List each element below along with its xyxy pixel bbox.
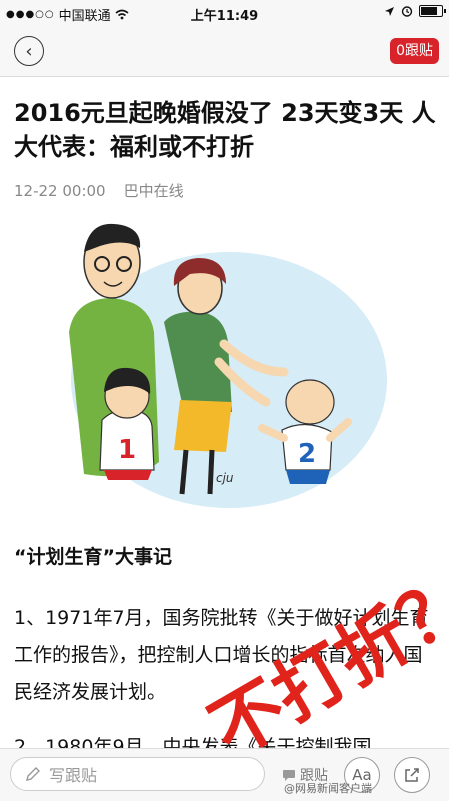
pencil-icon [26, 767, 40, 781]
article-meta: 12-22 00:00 巴中在线 [14, 180, 184, 201]
watermark: @网易新闻客户端 [284, 782, 372, 795]
write-comment-input[interactable]: 写跟贴 [10, 757, 265, 791]
section-heading: “计划生育”大事记 [14, 546, 172, 568]
article-source[interactable]: 巴中在线 [124, 182, 184, 200]
share-icon [405, 768, 419, 782]
comment-count-button[interactable]: 0跟贴 [390, 38, 439, 64]
status-bar: ●●●○○ 中国联通 上午11:49 [0, 0, 449, 26]
chevron-left-icon: ‹ [25, 40, 33, 62]
svg-text:1: 1 [118, 435, 136, 465]
article-illustration[interactable]: 1 2 cju [14, 212, 435, 508]
share-button[interactable] [394, 757, 430, 793]
back-button[interactable]: ‹ [14, 36, 44, 66]
svg-text:2: 2 [298, 439, 316, 469]
article-date: 12-22 00:00 [14, 182, 106, 200]
write-comment-placeholder: 写跟贴 [49, 766, 98, 785]
status-time: 上午11:49 [190, 9, 259, 24]
nav-bar: ‹ 0跟贴 [0, 26, 449, 77]
bottom-bar: 写跟贴 跟贴 Aa [0, 748, 449, 801]
illustration-signature: cju [216, 471, 234, 485]
status-right [384, 5, 446, 17]
girl-figure: 1 [99, 367, 155, 480]
article-title: 2016元旦起晚婚假没了 23天变3天 人大代表：福利或不打折 [14, 99, 436, 161]
battery-icon [419, 5, 446, 17]
article-paragraph-1: 1、1971年7月，国务院批转《关于做好计划生育工作的报告》，把控制人口增长的指… [14, 607, 429, 703]
alarm-icon [401, 6, 413, 17]
location-arrow-icon [385, 6, 394, 16]
